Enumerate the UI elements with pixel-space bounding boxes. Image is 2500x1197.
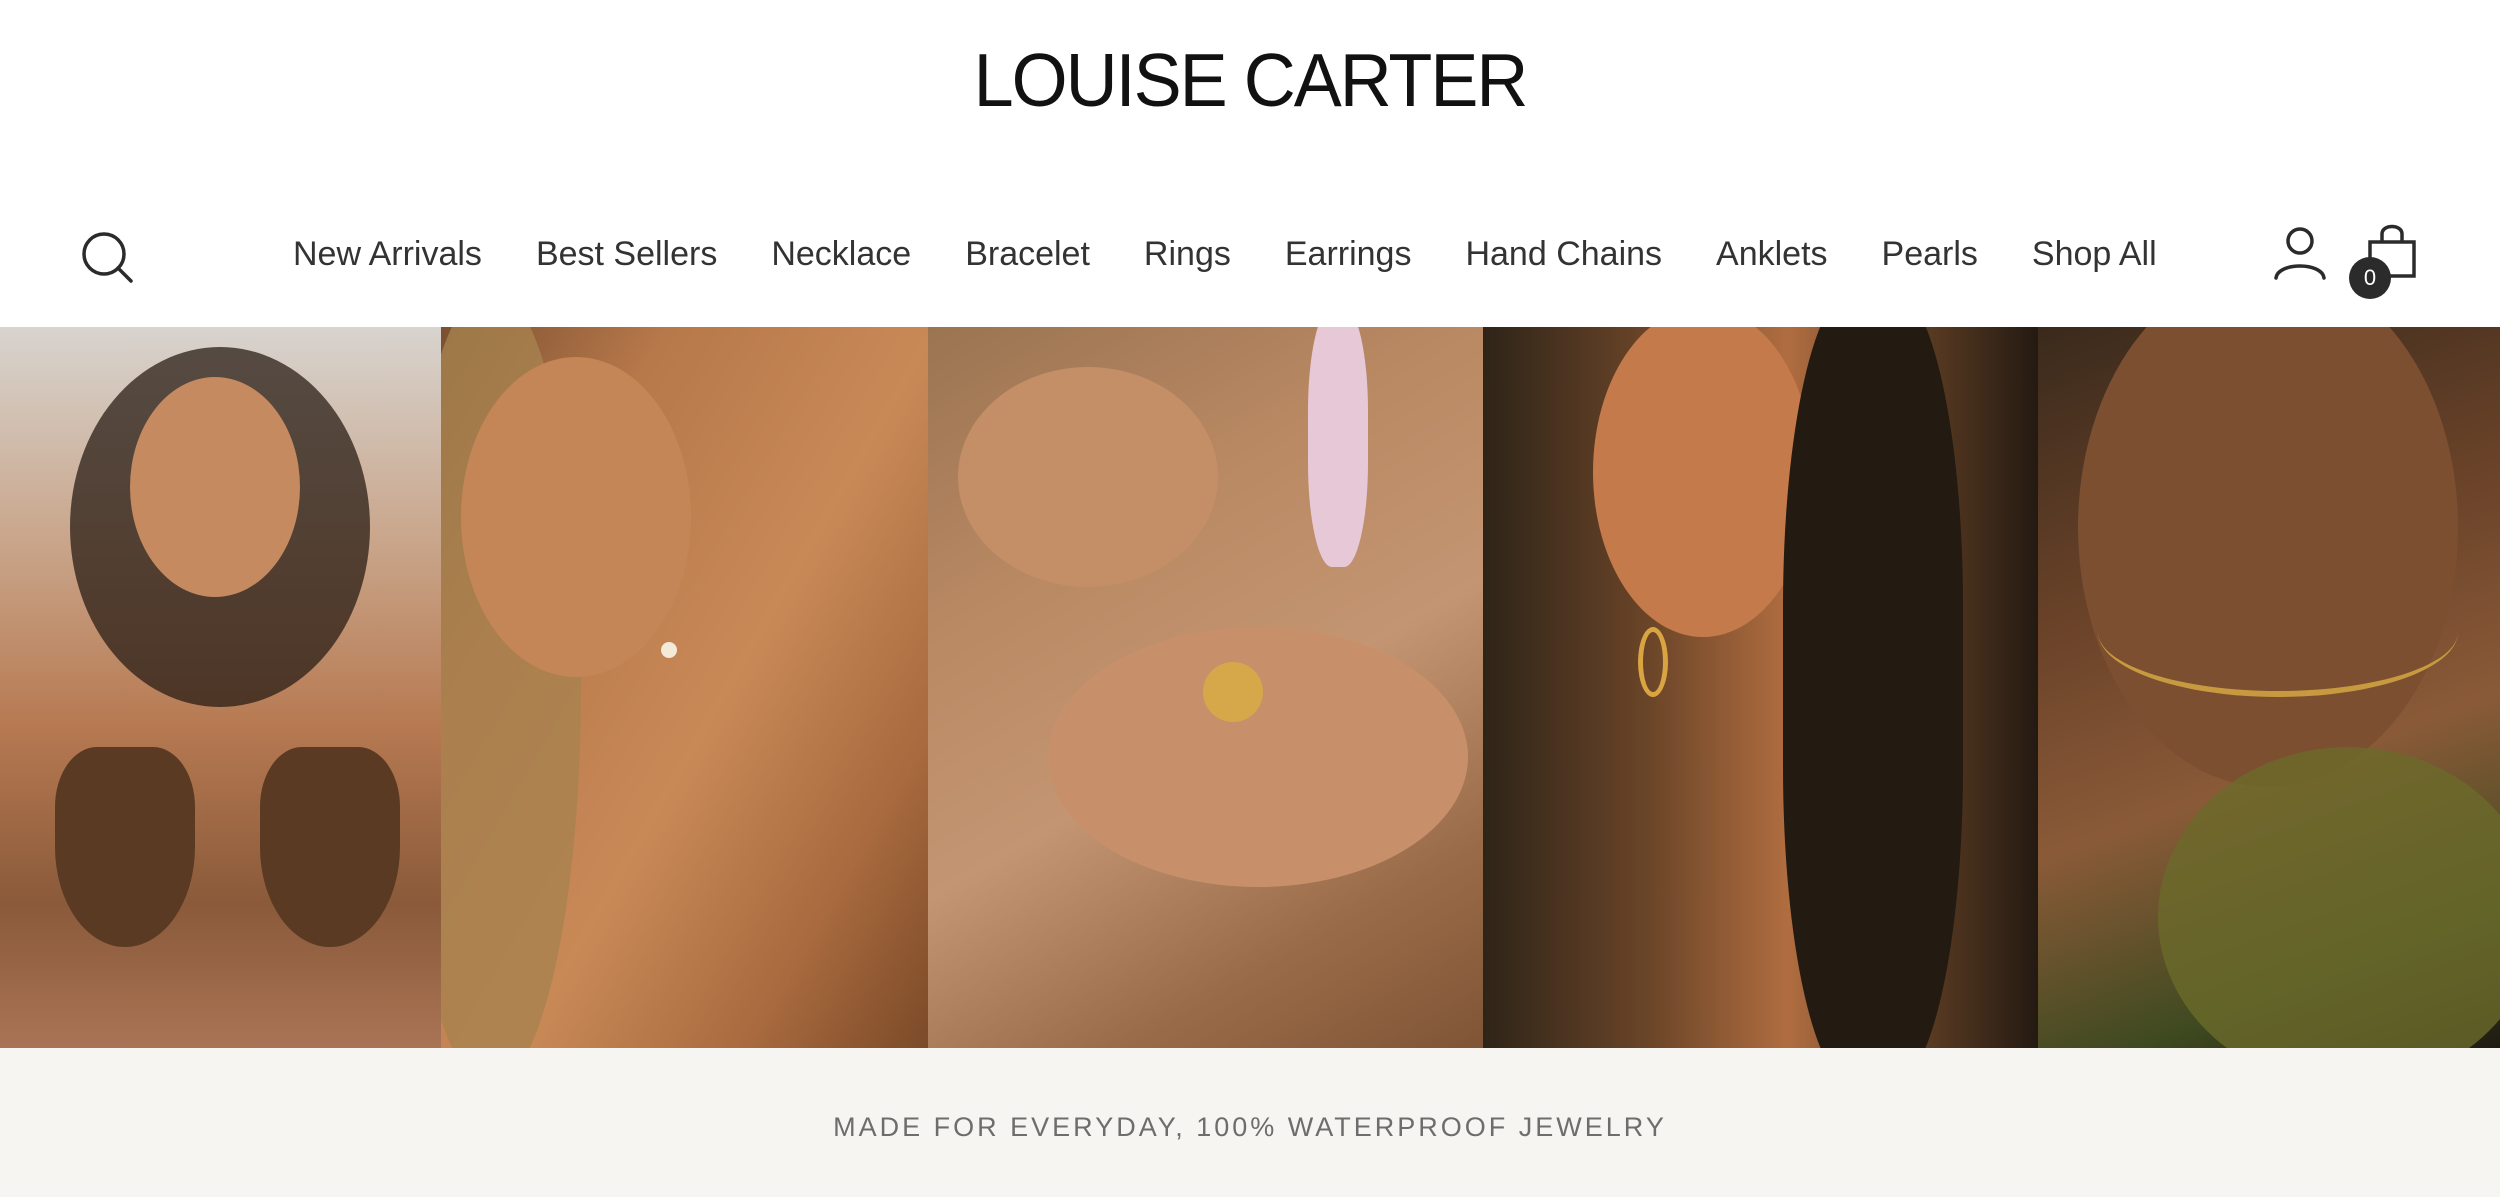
nav-menu: New Arrivals Best Sellers Necklace Brace… (293, 230, 2157, 278)
ear-shape (1593, 327, 1813, 637)
logo-area: LOUISE CARTER (0, 0, 2500, 170)
top-strap-shape (2158, 747, 2500, 1048)
ear-shape (461, 357, 691, 677)
nav-item-necklace[interactable]: Necklace (771, 230, 911, 278)
nav-item-hand-chains[interactable]: Hand Chains (1465, 230, 1662, 278)
nav-item-earrings[interactable]: Earrings (1285, 230, 1412, 278)
nav-item-new-arrivals[interactable]: New Arrivals (293, 230, 482, 278)
hoop-earring-shape (1638, 627, 1668, 697)
user-icon (2274, 227, 2326, 280)
necklace-shape (2098, 567, 2458, 697)
hand-shape (958, 367, 1218, 587)
stud-earring-shape (661, 642, 677, 658)
fabric-shape (1308, 327, 1368, 567)
cart-count-badge[interactable]: 0 (2349, 257, 2391, 299)
nav-item-rings[interactable]: Rings (1144, 230, 1231, 278)
nav-item-best-sellers[interactable]: Best Sellers (536, 230, 717, 278)
hand-shape (1048, 627, 1468, 887)
nav-item-pearls[interactable]: Pearls (1882, 230, 1978, 278)
hero-image-ear-stud[interactable] (441, 327, 928, 1048)
brand-logo[interactable]: LOUISE CARTER (974, 38, 1529, 124)
bikini-right-shape (260, 747, 400, 947)
starfish-ring-shape (1203, 662, 1263, 722)
nav-item-anklets[interactable]: Anklets (1716, 230, 1828, 278)
face-shape (130, 377, 300, 597)
search-icon (82, 232, 133, 283)
nav-item-bracelet[interactable]: Bracelet (965, 230, 1090, 278)
account-button[interactable] (2272, 224, 2328, 280)
tagline-band: MADE FOR EVERYDAY, 100% WATERPROOF JEWEL… (0, 1048, 2500, 1197)
nav-item-shop-all[interactable]: Shop All (2032, 230, 2157, 278)
hair-shape (1783, 327, 1963, 1048)
tagline-text: MADE FOR EVERYDAY, 100% WATERPROOF JEWEL… (833, 1112, 1667, 1142)
hero-image-strip (0, 327, 2500, 1048)
search-button[interactable] (78, 228, 136, 286)
hero-image-layered-necklaces[interactable] (2038, 327, 2500, 1048)
hero-image-ear-hoops[interactable] (1483, 327, 2038, 1048)
main-navigation: New Arrivals Best Sellers Necklace Brace… (0, 200, 2500, 310)
neck-shape (2078, 327, 2458, 787)
hero-image-model-necklace[interactable] (0, 327, 441, 1048)
hero-image-hands-rings[interactable] (928, 327, 1483, 1048)
bikini-left-shape (55, 747, 195, 947)
